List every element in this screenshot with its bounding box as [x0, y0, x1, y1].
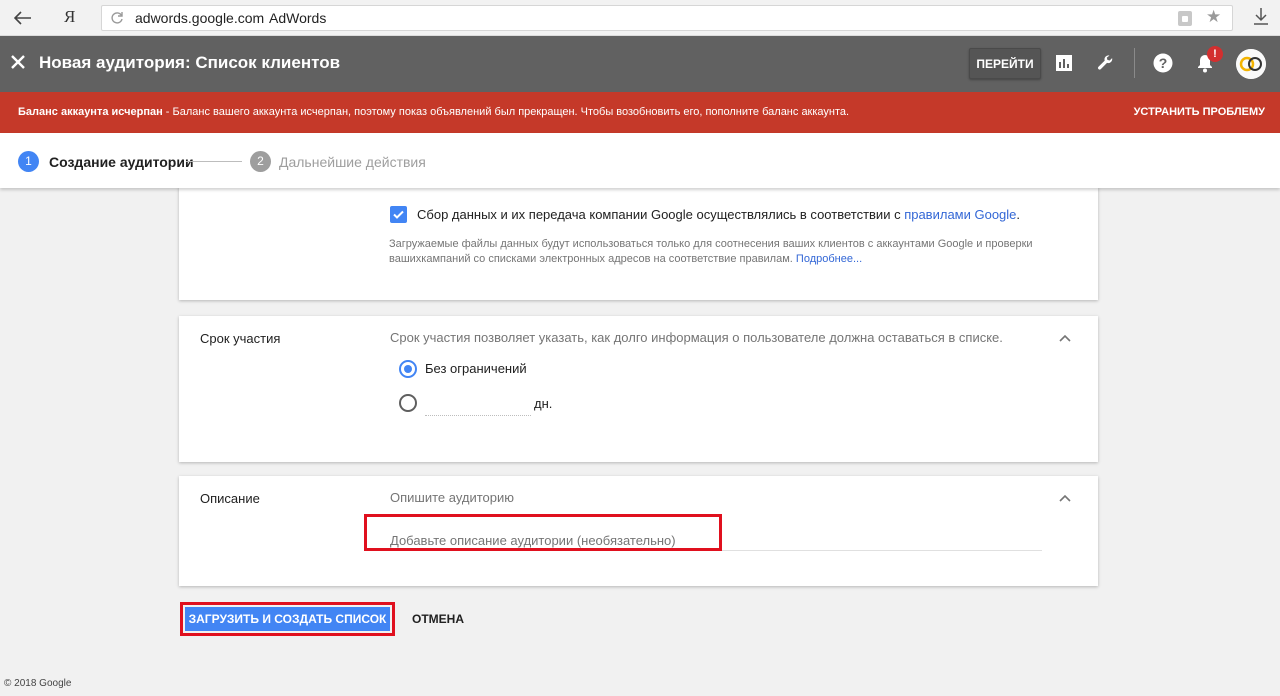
url-domain: adwords.google.com: [135, 10, 265, 26]
upload-create-list-label: ЗАГРУЗИТЬ И СОЗДАТЬ СПИСОК: [185, 607, 390, 631]
description-label: Описание: [200, 491, 260, 506]
help-icon[interactable]: ?: [1150, 50, 1176, 76]
page-title: Новая аудитория: Список клиентов: [39, 53, 341, 72]
fix-problem-button[interactable]: УСТРАНИТЬ ПРОБЛЕМУ: [1134, 106, 1265, 118]
step-connector: [186, 161, 242, 162]
cancel-button[interactable]: ОТМЕНА: [412, 612, 464, 626]
step-2-label: Дальнейшие действия: [279, 154, 426, 170]
back-arrow-icon[interactable]: [10, 6, 36, 30]
stepper: 1 Создание аудитории 2 Дальнейшие действ…: [0, 133, 1280, 188]
notification-badge: !: [1207, 46, 1223, 62]
wrench-icon[interactable]: [1093, 50, 1119, 76]
reload-icon[interactable]: [110, 11, 124, 25]
go-to-button[interactable]: ПЕРЕЙТИ: [969, 48, 1041, 79]
consent-checkbox[interactable]: [390, 206, 407, 223]
header-divider: [1134, 48, 1135, 78]
star-icon[interactable]: ★: [1206, 7, 1221, 27]
alert-title: Баланс аккаунта исчерпан: [18, 106, 163, 118]
membership-label: Срок участия: [200, 331, 281, 346]
copyright: © 2018 Google: [4, 678, 72, 689]
browser-toolbar: Я adwords.google.com AdWords ★: [0, 0, 1280, 36]
consent-period: .: [1016, 207, 1021, 222]
address-bar[interactable]: adwords.google.com AdWords ★: [101, 5, 1233, 31]
radio-days[interactable]: [399, 394, 417, 412]
app-header: Новая аудитория: Список клиентов ПЕРЕЙТИ…: [0, 36, 1280, 92]
avatar[interactable]: [1236, 49, 1266, 79]
balance-alert: Баланс аккаунта исчерпан - Баланс вашего…: [0, 92, 1280, 133]
upload-create-list-button[interactable]: ЗАГРУЗИТЬ И СОЗДАТЬ СПИСОК: [180, 602, 395, 636]
consent-statement: Сбор данных и их передача компании Googl…: [417, 207, 905, 222]
radio-unlimited-label[interactable]: Без ограничений: [425, 361, 527, 376]
alert-message: - Баланс вашего аккаунта исчерпан, поэто…: [162, 106, 850, 118]
step-2-number: 2: [250, 151, 271, 172]
yandex-logo[interactable]: Я: [64, 7, 75, 27]
data-usage-text: Загружаемые файлы данных будут использов…: [389, 238, 1033, 265]
data-usage-info: Загружаемые файлы данных будут использов…: [389, 237, 1079, 267]
svg-text:?: ?: [1159, 55, 1168, 71]
consent-card: Сбор данных и их передача компании Googl…: [179, 186, 1098, 300]
consent-text: Сбор данных и их передача компании Googl…: [417, 207, 1020, 222]
days-input[interactable]: [425, 392, 531, 416]
step-1-number: 1: [18, 151, 39, 172]
close-icon[interactable]: [8, 52, 28, 72]
description-hint: Опишите аудиторию: [390, 490, 515, 505]
lock-icon[interactable]: [1178, 11, 1192, 26]
membership-description: Срок участия позволяет указать, как долг…: [390, 330, 1003, 345]
download-icon[interactable]: [1253, 6, 1275, 30]
description-highlight: [364, 514, 722, 551]
reports-icon[interactable]: [1051, 50, 1077, 76]
page-tab-title: AdWords: [269, 10, 327, 26]
chevron-up-icon[interactable]: [1057, 491, 1073, 507]
membership-duration-card: Срок участия Срок участия позволяет указ…: [179, 316, 1098, 462]
google-policies-link[interactable]: правилами Google: [904, 207, 1016, 222]
chevron-up-icon[interactable]: [1057, 331, 1073, 347]
days-unit-label: дн.: [534, 396, 553, 411]
radio-unlimited[interactable]: [399, 360, 417, 378]
learn-more-link[interactable]: Подробнее...: [796, 253, 862, 265]
alert-text: Баланс аккаунта исчерпан - Баланс вашего…: [18, 106, 849, 118]
step-1-label[interactable]: Создание аудитории: [49, 154, 194, 170]
